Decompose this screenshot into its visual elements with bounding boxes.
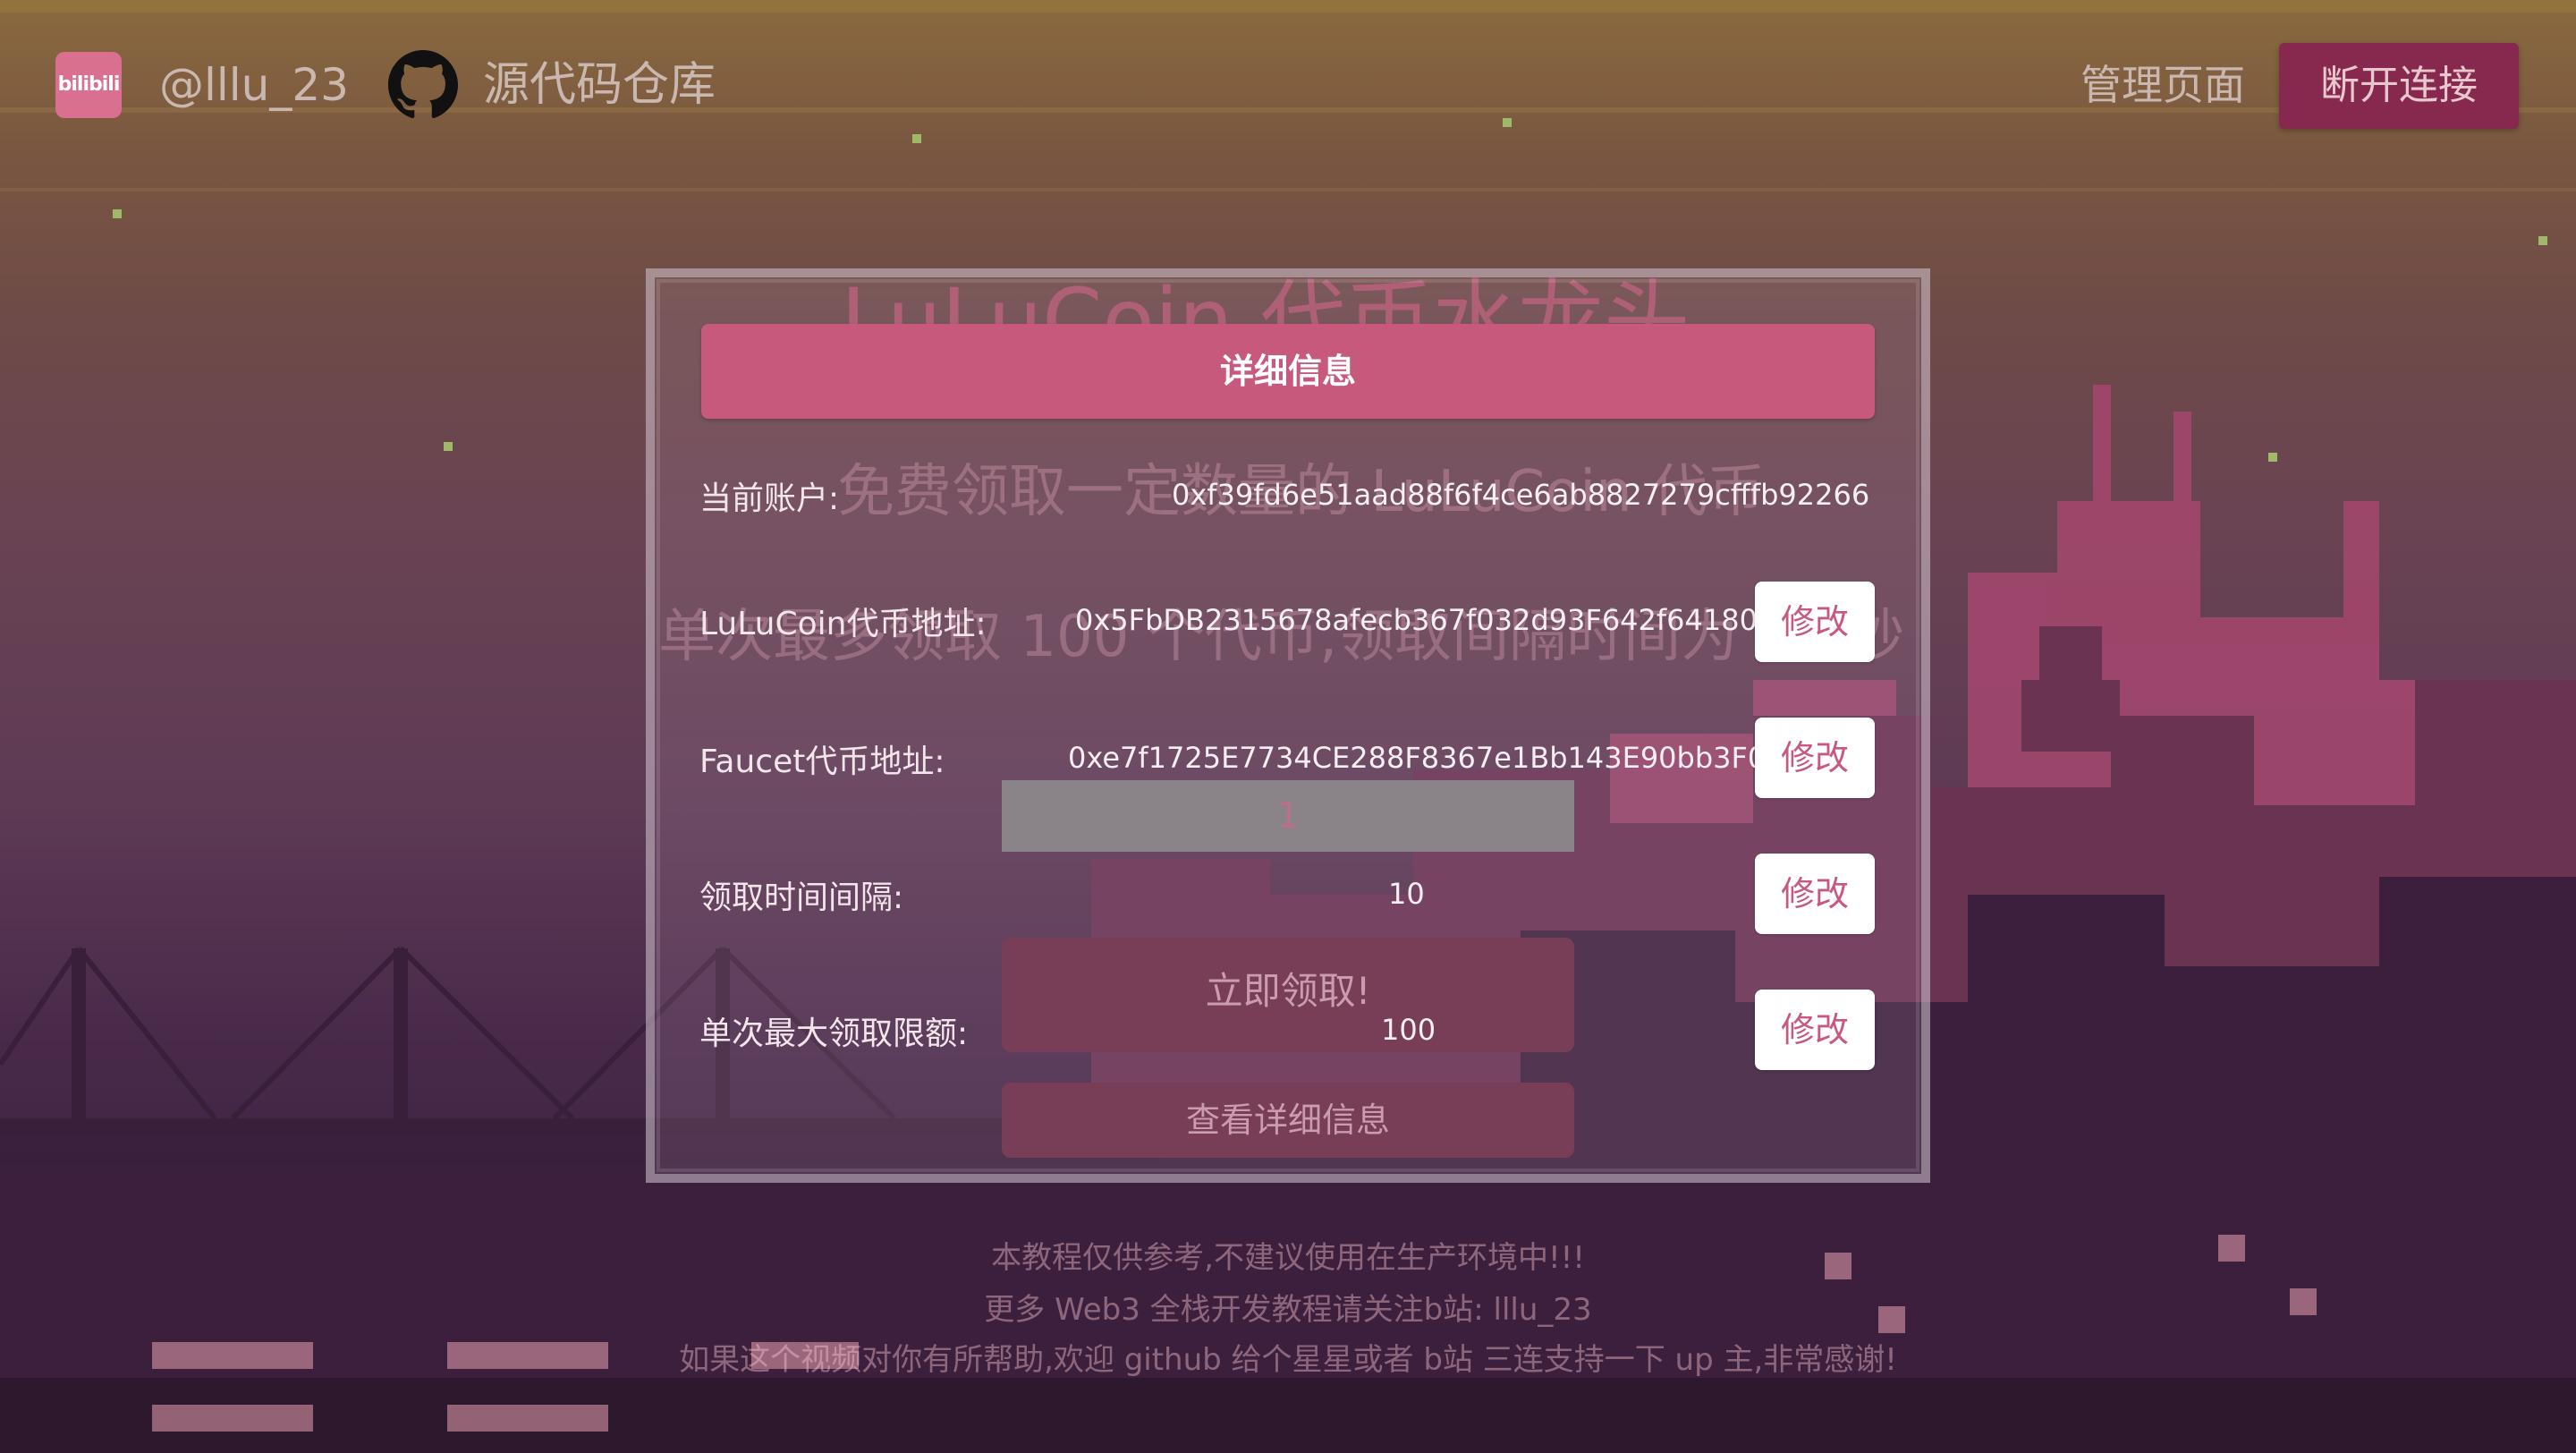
- bilibili-logo-icon[interactable]: bilibili: [55, 52, 122, 118]
- edit-token-address-button[interactable]: 修改: [1755, 582, 1875, 662]
- edit-faucet-address-button[interactable]: 修改: [1755, 718, 1875, 798]
- faucet-address-label: Faucet代币地址:: [699, 743, 945, 780]
- footer-thanks: 如果这个视频对你有所帮助,欢迎 github 给个星星或者 b站 三连支持一下 …: [679, 1342, 1897, 1378]
- author-link[interactable]: @lllu_23: [159, 52, 349, 118]
- edit-max-amount-button[interactable]: 修改: [1755, 990, 1875, 1070]
- current-account-value: 0xf39fd6e51aad88f6f4ce6ab8827279cfffb922…: [1172, 478, 1870, 512]
- claim-interval-value: 10: [1388, 877, 1425, 911]
- footer-follow: 更多 Web3 全栈开发教程请关注b站: lllu_23: [984, 1292, 1592, 1328]
- footer-disclaimer: 本教程仅供参考,不建议使用在生产环境中!!!: [991, 1240, 1585, 1276]
- max-amount-value: 100: [1381, 1013, 1436, 1047]
- max-amount-label: 单次最大领取限额:: [699, 1015, 969, 1052]
- token-address-label: LuLuCoin代币地址:: [699, 606, 987, 642]
- source-repo-link[interactable]: 源代码仓库: [483, 52, 716, 118]
- disconnect-button[interactable]: 断开连接: [2279, 43, 2519, 129]
- edit-claim-interval-button[interactable]: 修改: [1755, 854, 1875, 934]
- admin-page-link[interactable]: 管理页面: [2080, 52, 2245, 118]
- top-navbar: bilibili @lllu_23 源代码仓库 管理页面 断开连接: [0, 0, 2576, 170]
- token-address-value: 0x5FbDB2315678afecb367f032d93F642f64180a…: [1075, 603, 1811, 637]
- modal-title: 详细信息: [701, 324, 1875, 419]
- github-icon[interactable]: [388, 50, 458, 120]
- bilibili-logo-text: bilibili: [57, 73, 121, 96]
- faucet-address-value: 0xe7f1725E7734CE288F8367e1Bb143E90bb3F05…: [1068, 741, 1821, 775]
- current-account-label: 当前账户:: [699, 480, 840, 517]
- claim-interval-label: 领取时间间隔:: [699, 879, 904, 916]
